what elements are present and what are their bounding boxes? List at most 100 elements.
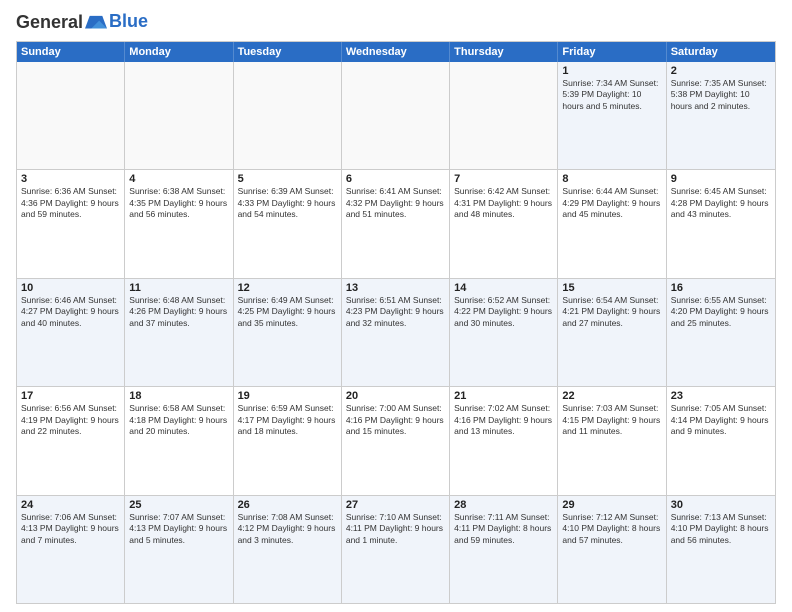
calendar-header-cell: Saturday xyxy=(667,42,775,62)
day-info: Sunrise: 6:39 AM Sunset: 4:33 PM Dayligh… xyxy=(238,186,337,220)
day-number: 3 xyxy=(21,173,120,185)
day-info: Sunrise: 6:51 AM Sunset: 4:23 PM Dayligh… xyxy=(346,295,445,329)
calendar-cell: 2Sunrise: 7:35 AM Sunset: 5:38 PM Daylig… xyxy=(667,62,775,169)
calendar-cell xyxy=(234,62,342,169)
calendar-cell: 22Sunrise: 7:03 AM Sunset: 4:15 PM Dayli… xyxy=(558,387,666,494)
calendar-row: 10Sunrise: 6:46 AM Sunset: 4:27 PM Dayli… xyxy=(17,279,775,387)
day-number: 12 xyxy=(238,282,337,294)
day-info: Sunrise: 6:46 AM Sunset: 4:27 PM Dayligh… xyxy=(21,295,120,329)
calendar-cell: 10Sunrise: 6:46 AM Sunset: 4:27 PM Dayli… xyxy=(17,279,125,386)
calendar-cell: 25Sunrise: 7:07 AM Sunset: 4:13 PM Dayli… xyxy=(125,496,233,603)
day-number: 20 xyxy=(346,390,445,402)
day-info: Sunrise: 6:38 AM Sunset: 4:35 PM Dayligh… xyxy=(129,186,228,220)
calendar-cell: 19Sunrise: 6:59 AM Sunset: 4:17 PM Dayli… xyxy=(234,387,342,494)
day-info: Sunrise: 6:54 AM Sunset: 4:21 PM Dayligh… xyxy=(562,295,661,329)
day-number: 14 xyxy=(454,282,553,294)
day-info: Sunrise: 6:48 AM Sunset: 4:26 PM Dayligh… xyxy=(129,295,228,329)
day-info: Sunrise: 6:45 AM Sunset: 4:28 PM Dayligh… xyxy=(671,186,771,220)
calendar-header-cell: Friday xyxy=(558,42,666,62)
day-number: 5 xyxy=(238,173,337,185)
day-info: Sunrise: 7:02 AM Sunset: 4:16 PM Dayligh… xyxy=(454,403,553,437)
day-info: Sunrise: 7:10 AM Sunset: 4:11 PM Dayligh… xyxy=(346,512,445,546)
logo: General Blue xyxy=(16,12,148,33)
calendar-cell: 14Sunrise: 6:52 AM Sunset: 4:22 PM Dayli… xyxy=(450,279,558,386)
calendar-cell: 11Sunrise: 6:48 AM Sunset: 4:26 PM Dayli… xyxy=(125,279,233,386)
calendar-cell xyxy=(17,62,125,169)
calendar-cell: 8Sunrise: 6:44 AM Sunset: 4:29 PM Daylig… xyxy=(558,170,666,277)
day-info: Sunrise: 7:07 AM Sunset: 4:13 PM Dayligh… xyxy=(129,512,228,546)
day-number: 21 xyxy=(454,390,553,402)
day-number: 11 xyxy=(129,282,228,294)
day-number: 30 xyxy=(671,499,771,511)
day-number: 27 xyxy=(346,499,445,511)
day-number: 25 xyxy=(129,499,228,511)
calendar-row: 1Sunrise: 7:34 AM Sunset: 5:39 PM Daylig… xyxy=(17,62,775,170)
day-number: 16 xyxy=(671,282,771,294)
day-number: 1 xyxy=(562,65,661,77)
calendar-header-cell: Sunday xyxy=(17,42,125,62)
day-number: 17 xyxy=(21,390,120,402)
calendar-body: 1Sunrise: 7:34 AM Sunset: 5:39 PM Daylig… xyxy=(17,62,775,603)
calendar-cell: 12Sunrise: 6:49 AM Sunset: 4:25 PM Dayli… xyxy=(234,279,342,386)
day-number: 26 xyxy=(238,499,337,511)
day-number: 4 xyxy=(129,173,228,185)
header: General Blue xyxy=(16,12,776,33)
calendar-cell: 18Sunrise: 6:58 AM Sunset: 4:18 PM Dayli… xyxy=(125,387,233,494)
calendar-header-cell: Tuesday xyxy=(234,42,342,62)
day-number: 15 xyxy=(562,282,661,294)
day-number: 9 xyxy=(671,173,771,185)
calendar-cell: 15Sunrise: 6:54 AM Sunset: 4:21 PM Dayli… xyxy=(558,279,666,386)
calendar-cell: 6Sunrise: 6:41 AM Sunset: 4:32 PM Daylig… xyxy=(342,170,450,277)
day-info: Sunrise: 6:55 AM Sunset: 4:20 PM Dayligh… xyxy=(671,295,771,329)
day-info: Sunrise: 7:13 AM Sunset: 4:10 PM Dayligh… xyxy=(671,512,771,546)
calendar-cell: 7Sunrise: 6:42 AM Sunset: 4:31 PM Daylig… xyxy=(450,170,558,277)
calendar-cell: 5Sunrise: 6:39 AM Sunset: 4:33 PM Daylig… xyxy=(234,170,342,277)
calendar-cell: 28Sunrise: 7:11 AM Sunset: 4:11 PM Dayli… xyxy=(450,496,558,603)
calendar-cell: 27Sunrise: 7:10 AM Sunset: 4:11 PM Dayli… xyxy=(342,496,450,603)
day-info: Sunrise: 6:56 AM Sunset: 4:19 PM Dayligh… xyxy=(21,403,120,437)
day-info: Sunrise: 7:06 AM Sunset: 4:13 PM Dayligh… xyxy=(21,512,120,546)
day-info: Sunrise: 7:35 AM Sunset: 5:38 PM Dayligh… xyxy=(671,78,771,112)
day-info: Sunrise: 7:08 AM Sunset: 4:12 PM Dayligh… xyxy=(238,512,337,546)
calendar-header-cell: Thursday xyxy=(450,42,558,62)
day-info: Sunrise: 6:36 AM Sunset: 4:36 PM Dayligh… xyxy=(21,186,120,220)
day-number: 29 xyxy=(562,499,661,511)
day-info: Sunrise: 6:44 AM Sunset: 4:29 PM Dayligh… xyxy=(562,186,661,220)
calendar-cell xyxy=(125,62,233,169)
calendar-cell: 21Sunrise: 7:02 AM Sunset: 4:16 PM Dayli… xyxy=(450,387,558,494)
day-number: 6 xyxy=(346,173,445,185)
calendar-cell: 1Sunrise: 7:34 AM Sunset: 5:39 PM Daylig… xyxy=(558,62,666,169)
page: General Blue SundayMondayTuesdayWednesda… xyxy=(0,0,792,612)
calendar-cell: 23Sunrise: 7:05 AM Sunset: 4:14 PM Dayli… xyxy=(667,387,775,494)
day-number: 28 xyxy=(454,499,553,511)
calendar: SundayMondayTuesdayWednesdayThursdayFrid… xyxy=(16,41,776,604)
calendar-cell: 13Sunrise: 6:51 AM Sunset: 4:23 PM Dayli… xyxy=(342,279,450,386)
day-number: 18 xyxy=(129,390,228,402)
logo-area: General Blue xyxy=(16,12,148,33)
day-number: 10 xyxy=(21,282,120,294)
day-info: Sunrise: 6:49 AM Sunset: 4:25 PM Dayligh… xyxy=(238,295,337,329)
day-info: Sunrise: 6:42 AM Sunset: 4:31 PM Dayligh… xyxy=(454,186,553,220)
logo-icon xyxy=(85,14,107,32)
calendar-cell: 3Sunrise: 6:36 AM Sunset: 4:36 PM Daylig… xyxy=(17,170,125,277)
day-number: 24 xyxy=(21,499,120,511)
calendar-row: 24Sunrise: 7:06 AM Sunset: 4:13 PM Dayli… xyxy=(17,496,775,603)
day-info: Sunrise: 7:12 AM Sunset: 4:10 PM Dayligh… xyxy=(562,512,661,546)
day-info: Sunrise: 6:59 AM Sunset: 4:17 PM Dayligh… xyxy=(238,403,337,437)
day-info: Sunrise: 6:41 AM Sunset: 4:32 PM Dayligh… xyxy=(346,186,445,220)
day-number: 22 xyxy=(562,390,661,402)
calendar-cell: 29Sunrise: 7:12 AM Sunset: 4:10 PM Dayli… xyxy=(558,496,666,603)
calendar-cell xyxy=(450,62,558,169)
calendar-cell: 24Sunrise: 7:06 AM Sunset: 4:13 PM Dayli… xyxy=(17,496,125,603)
day-info: Sunrise: 7:11 AM Sunset: 4:11 PM Dayligh… xyxy=(454,512,553,546)
day-info: Sunrise: 7:00 AM Sunset: 4:16 PM Dayligh… xyxy=(346,403,445,437)
calendar-header: SundayMondayTuesdayWednesdayThursdayFrid… xyxy=(17,42,775,62)
calendar-cell: 17Sunrise: 6:56 AM Sunset: 4:19 PM Dayli… xyxy=(17,387,125,494)
day-number: 23 xyxy=(671,390,771,402)
logo-blue: Blue xyxy=(109,11,148,32)
day-info: Sunrise: 7:05 AM Sunset: 4:14 PM Dayligh… xyxy=(671,403,771,437)
day-info: Sunrise: 6:52 AM Sunset: 4:22 PM Dayligh… xyxy=(454,295,553,329)
calendar-row: 3Sunrise: 6:36 AM Sunset: 4:36 PM Daylig… xyxy=(17,170,775,278)
calendar-cell: 16Sunrise: 6:55 AM Sunset: 4:20 PM Dayli… xyxy=(667,279,775,386)
calendar-cell xyxy=(342,62,450,169)
